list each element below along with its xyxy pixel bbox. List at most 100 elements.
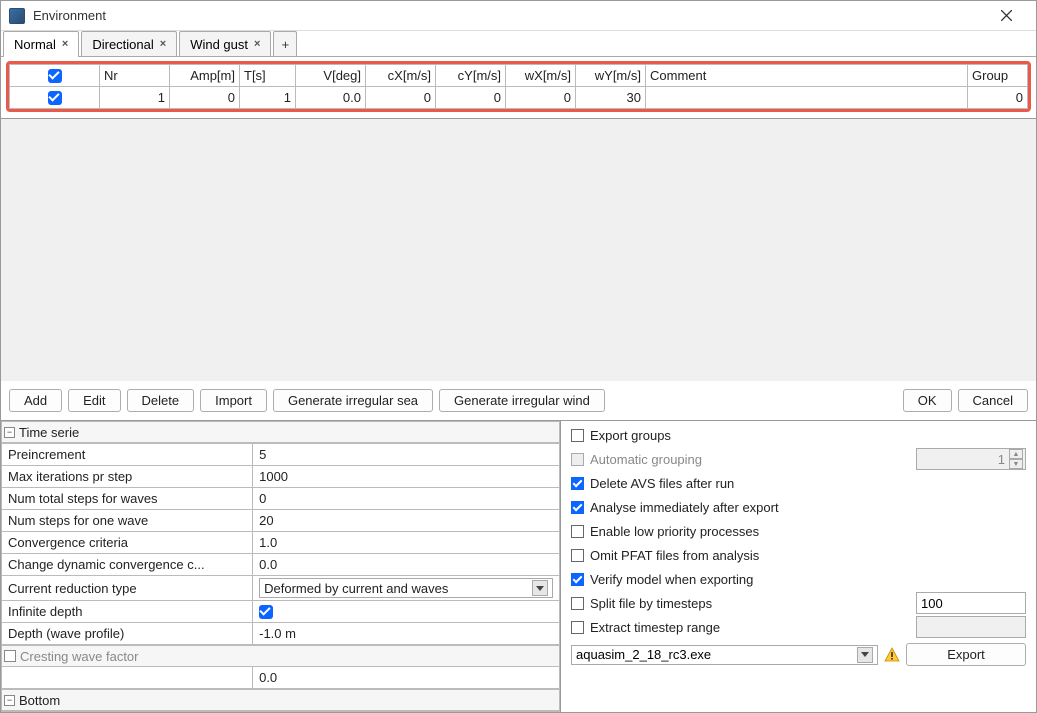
ok-button[interactable]: OK: [903, 389, 952, 412]
infdepth-checkbox[interactable]: [259, 605, 273, 619]
export-groups-label: Export groups: [590, 428, 671, 443]
tab-close-icon[interactable]: ×: [160, 38, 166, 50]
warning-icon: [884, 647, 900, 663]
prop-bottom-contact-label: Bottom contact: [2, 712, 253, 713]
cresting-label: Cresting wave factor: [20, 649, 139, 664]
verify-label: Verify model when exporting: [590, 572, 753, 587]
prop-changedyn[interactable]: 0.0: [253, 554, 560, 576]
prop-preincrement[interactable]: 5: [253, 444, 560, 466]
spin-down-icon: ▼: [1009, 459, 1023, 469]
export-button[interactable]: Export: [906, 643, 1026, 666]
auto-group-input: 1 ▲ ▼: [916, 448, 1026, 470]
cell-wx[interactable]: 0: [506, 87, 576, 109]
tab-directional[interactable]: Directional ×: [81, 31, 177, 56]
prop-cresting: 0.0: [253, 667, 560, 689]
curred-value: Deformed by current and waves: [264, 581, 532, 596]
cell-t[interactable]: 1: [240, 87, 296, 109]
add-button[interactable]: Add: [9, 389, 62, 412]
table-row[interactable]: 1 0 1 0.0 0 0 0 30 0: [10, 87, 1028, 109]
lowprio-label: Enable low priority processes: [590, 524, 759, 539]
cell-wy[interactable]: 30: [576, 87, 646, 109]
tab-close-icon[interactable]: ×: [254, 38, 260, 50]
empty-area: [1, 119, 1036, 381]
splitfile-input[interactable]: 100: [916, 592, 1026, 614]
env-table[interactable]: Nr Amp[m] T[s] V[deg] cX[m/s] cY[m/s] wX…: [9, 64, 1028, 109]
prop-numone[interactable]: 20: [253, 510, 560, 532]
col-cy[interactable]: cY[m/s]: [436, 65, 506, 87]
chevron-down-icon[interactable]: [532, 580, 548, 596]
tab-add[interactable]: +: [273, 31, 297, 56]
prop-infdepth-label: Infinite depth: [2, 601, 253, 623]
auto-group-checkbox: [571, 453, 584, 466]
delete-avs-label: Delete AVS files after run: [590, 476, 734, 491]
cresting-checkbox[interactable]: [4, 650, 16, 662]
gen-sea-button[interactable]: Generate irregular sea: [273, 389, 433, 412]
col-group[interactable]: Group: [968, 65, 1028, 87]
cell-v[interactable]: 0.0: [296, 87, 366, 109]
splitfile-checkbox[interactable]: [571, 597, 584, 610]
col-nr[interactable]: Nr: [100, 65, 170, 87]
section-time-serie[interactable]: −Time serie: [1, 421, 560, 443]
table-region: Nr Amp[m] T[s] V[deg] cX[m/s] cY[m/s] wX…: [1, 57, 1036, 119]
prop-changedyn-label: Change dynamic convergence c...: [2, 554, 253, 576]
prop-numtotal[interactable]: 0: [253, 488, 560, 510]
row-checkbox[interactable]: [48, 91, 62, 105]
header-checkbox[interactable]: [48, 69, 62, 83]
tab-label: Wind gust: [190, 37, 248, 52]
prop-maxiter[interactable]: 1000: [253, 466, 560, 488]
edit-button[interactable]: Edit: [68, 389, 120, 412]
col-cx[interactable]: cX[m/s]: [366, 65, 436, 87]
verify-checkbox[interactable]: [571, 573, 584, 586]
export-groups-checkbox[interactable]: [571, 429, 584, 442]
col-v[interactable]: V[deg]: [296, 65, 366, 87]
cell-cx[interactable]: 0: [366, 87, 436, 109]
collapse-icon[interactable]: −: [4, 427, 15, 438]
curred-dropdown[interactable]: Deformed by current and waves: [259, 578, 553, 598]
row-check-cell[interactable]: [10, 87, 100, 109]
collapse-icon[interactable]: −: [4, 695, 15, 706]
delete-button[interactable]: Delete: [127, 389, 195, 412]
exe-dropdown[interactable]: aquasim_2_18_rc3.exe: [571, 645, 878, 665]
col-amp[interactable]: Amp[m]: [170, 65, 240, 87]
col-comment[interactable]: Comment: [646, 65, 968, 87]
omitpfat-label: Omit PFAT files from analysis: [590, 548, 759, 563]
extract-checkbox[interactable]: [571, 621, 584, 634]
cell-amp[interactable]: 0: [170, 87, 240, 109]
close-icon: [1001, 10, 1012, 21]
cell-group[interactable]: 0: [968, 87, 1028, 109]
lowprio-checkbox[interactable]: [571, 525, 584, 538]
col-wy[interactable]: wY[m/s]: [576, 65, 646, 87]
prop-curred[interactable]: Deformed by current and waves: [253, 576, 560, 601]
spin-up-icon: ▲: [1009, 449, 1023, 459]
tab-close-icon[interactable]: ×: [62, 38, 68, 50]
col-check[interactable]: [10, 65, 100, 87]
tab-normal[interactable]: Normal ×: [3, 31, 79, 56]
analyse-checkbox[interactable]: [571, 501, 584, 514]
auto-group-value: 1: [921, 452, 1009, 467]
splitfile-label: Split file by timesteps: [590, 596, 712, 611]
section-bottom[interactable]: −Bottom: [1, 689, 560, 711]
action-buttons: Add Edit Delete Import Generate irregula…: [1, 381, 1036, 420]
cancel-button[interactable]: Cancel: [958, 389, 1028, 412]
prop-infdepth[interactable]: [253, 601, 560, 623]
omitpfat-checkbox[interactable]: [571, 549, 584, 562]
tab-wind-gust[interactable]: Wind gust ×: [179, 31, 271, 56]
gen-wind-button[interactable]: Generate irregular wind: [439, 389, 605, 412]
col-wx[interactable]: wX[m/s]: [506, 65, 576, 87]
import-button[interactable]: Import: [200, 389, 267, 412]
prop-bottom-contact[interactable]: [253, 712, 560, 713]
prop-conv[interactable]: 1.0: [253, 532, 560, 554]
prop-numtotal-label: Num total steps for waves: [2, 488, 253, 510]
close-button[interactable]: [984, 1, 1028, 31]
cell-nr[interactable]: 1: [100, 87, 170, 109]
cell-comment[interactable]: [646, 87, 968, 109]
export-panel: Export groups Automatic grouping 1 ▲ ▼ D…: [561, 421, 1036, 712]
col-t[interactable]: T[s]: [240, 65, 296, 87]
delete-avs-checkbox[interactable]: [571, 477, 584, 490]
exe-value: aquasim_2_18_rc3.exe: [576, 647, 857, 662]
cell-cy[interactable]: 0: [436, 87, 506, 109]
chevron-down-icon[interactable]: [857, 647, 873, 663]
prop-preincrement-label: Preincrement: [2, 444, 253, 466]
section-cresting[interactable]: Cresting wave factor: [1, 645, 560, 667]
prop-depthprof-label: Depth (wave profile): [2, 623, 253, 645]
